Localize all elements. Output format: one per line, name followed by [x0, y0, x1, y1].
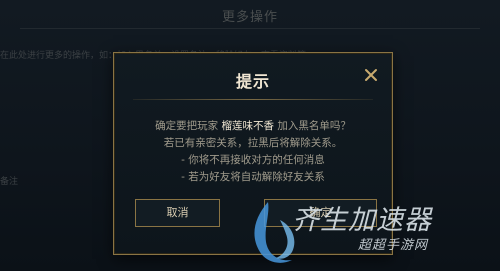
- message-suffix: 加入黑名单吗？: [277, 120, 351, 132]
- background-title: 更多操作: [221, 10, 278, 25]
- dialog-message-line-3: - 你将不再接收对方的任何消息: [181, 154, 325, 166]
- confirm-button[interactable]: 确定: [264, 199, 377, 227]
- close-icon[interactable]: [364, 68, 378, 82]
- dialog-message-line-1: 确定要把玩家 榴莲味不香 加入黑名单吗？: [114, 119, 392, 133]
- dialog-message-line-4: - 若为好友将自动解除好友关系: [181, 171, 325, 183]
- background-divider: [20, 28, 480, 29]
- dialog-message-line-2: 若已有亲密关系，拉黑后将解除关系。: [163, 137, 343, 149]
- player-name: 榴莲味不香: [221, 120, 275, 132]
- background-section-label: 备注: [0, 177, 19, 187]
- confirm-blacklist-dialog: 提示 确定要把玩家 榴莲味不香 加入黑名单吗？ 若已有亲密关系，拉黑后将解除关系…: [113, 52, 393, 255]
- cancel-button[interactable]: 取消: [135, 199, 220, 227]
- message-prefix: 确定要把玩家: [155, 120, 219, 132]
- title-divider: [133, 99, 373, 100]
- dialog-title: 提示: [235, 72, 270, 91]
